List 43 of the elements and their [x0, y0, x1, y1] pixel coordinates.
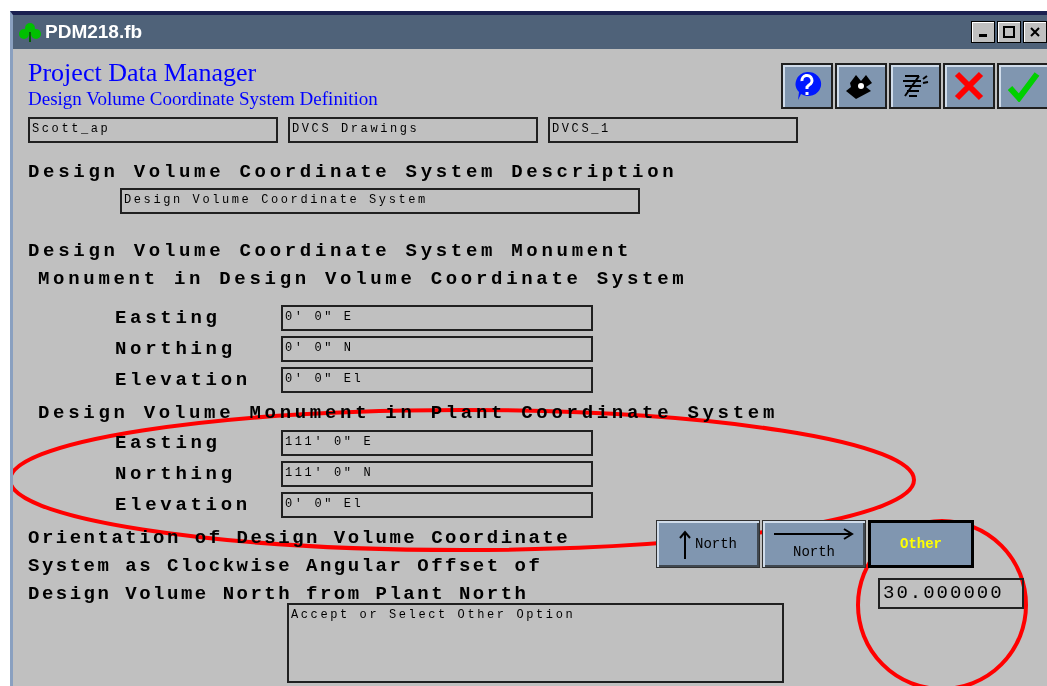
coordinate-field[interactable]: 0' 0" El — [281, 491, 593, 518]
minimize-icon — [979, 34, 987, 37]
toolbar-button[interactable] — [835, 63, 887, 109]
coordinate-field[interactable]: 0' 0" N — [281, 335, 593, 362]
context-field[interactable]: Scott_ap — [28, 117, 278, 143]
checkmark-icon — [1006, 70, 1040, 102]
window-title: PDM218.fb — [45, 21, 143, 43]
angle-field[interactable]: 30.000000 — [878, 578, 1024, 609]
help-icon — [792, 70, 822, 102]
orientation-option[interactable]: North — [656, 520, 760, 568]
toolbar-button[interactable] — [943, 63, 995, 109]
message-box: Accept or Select Other Option — [287, 603, 784, 683]
coordinate-field[interactable]: 0' 0" El — [281, 366, 593, 393]
field-label: Elevation — [115, 368, 251, 391]
close-button[interactable] — [1023, 21, 1047, 43]
coordinate-field[interactable]: 111' 0" N — [281, 460, 593, 487]
maximize-button[interactable] — [997, 21, 1021, 43]
toolbar-button[interactable] — [889, 63, 941, 109]
field-label: Northing — [115, 337, 236, 360]
up-arrow-icon — [679, 529, 691, 559]
section-heading: Design Volume Coordinate System Description — [28, 160, 679, 185]
field-label: Northing — [115, 462, 236, 485]
field-label: Elevation — [115, 493, 251, 516]
close-icon — [1030, 27, 1040, 37]
app-subtitle: Design Volume Coordinate System Definition — [28, 87, 378, 111]
description-field[interactable]: Design Volume Coordinate System — [120, 188, 640, 214]
orientation-option[interactable]: North — [762, 520, 866, 568]
clover-icon — [19, 22, 41, 42]
close-icon — [953, 70, 985, 102]
section-heading: Design Volume Coordinate System Monument — [28, 239, 634, 264]
field-label: Easting — [115, 306, 221, 329]
field-label: Easting — [115, 431, 221, 454]
app-title: Project Data Manager — [28, 59, 258, 87]
maximize-icon — [1003, 26, 1015, 38]
context-field[interactable]: DVCS Drawings — [288, 117, 538, 143]
toolbar-button[interactable] — [997, 63, 1047, 109]
right-arrow-icon — [774, 528, 854, 540]
toolbar-button[interactable] — [781, 63, 833, 109]
subsection-heading: Monument in Design Volume Coordinate System — [38, 267, 689, 292]
minimize-button[interactable] — [971, 21, 995, 43]
coordinate-field[interactable]: 111' 0" E — [281, 429, 593, 456]
coordinate-field[interactable]: 0' 0" E — [281, 304, 593, 331]
context-field[interactable]: DVCS_1 — [548, 117, 798, 143]
